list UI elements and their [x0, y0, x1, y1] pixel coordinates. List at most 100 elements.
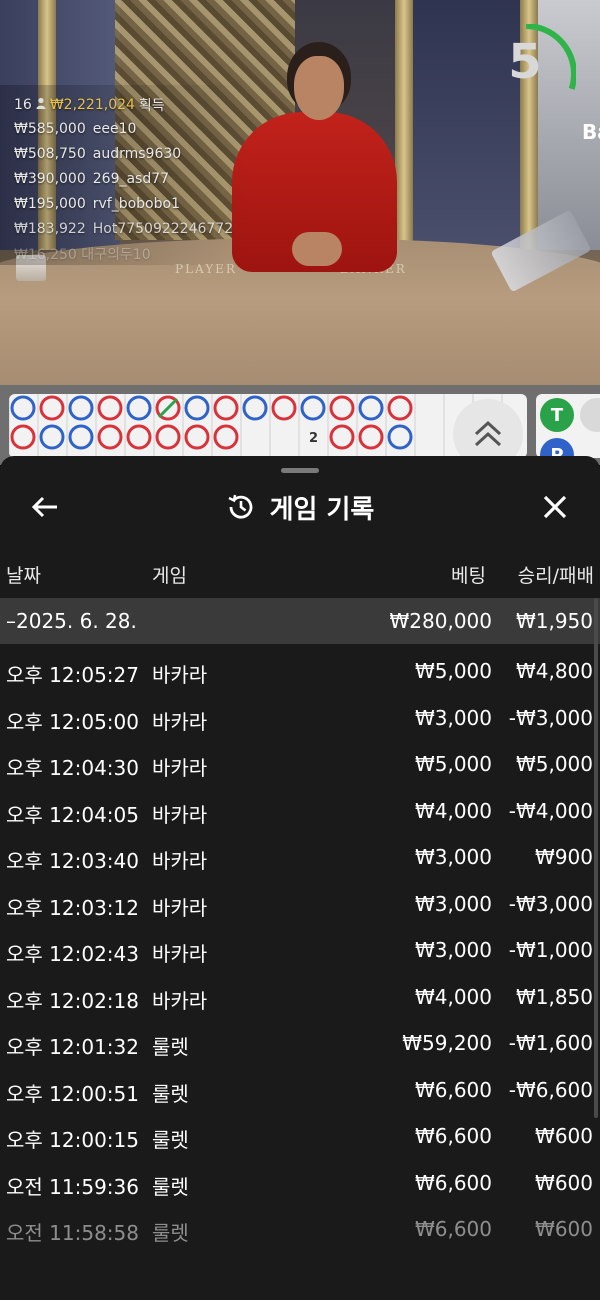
row-bet: ₩3,000: [414, 891, 492, 916]
row-result: ₩600: [535, 1217, 593, 1241]
summary-result: ₩1,950: [515, 609, 593, 633]
side-label-cut: Ba: [582, 120, 600, 144]
row-bet: ₩6,600: [414, 1170, 492, 1195]
winner-name: 269_asd77: [92, 170, 170, 187]
row-result: -₩1,000: [508, 938, 593, 962]
banker-bead: [387, 395, 413, 421]
banker-bead: [97, 424, 123, 450]
history-row[interactable]: 오후 12:03:40 바카라 ₩3,000 ₩900: [0, 834, 600, 881]
winner-name: Hot7750922246772: [92, 220, 234, 237]
row-bet: ₩5,000: [414, 659, 492, 683]
game-history-sheet: 게임 기록 날짜 게임 베팅 승리/패배 –2025. 6. 28. ₩280,…: [0, 456, 600, 1300]
column-header-game[interactable]: 게임: [152, 561, 187, 588]
row-bet: ₩4,000: [414, 984, 492, 1009]
row-time: 오후 12:02:18: [6, 988, 139, 1013]
winner-amount: ₩195,000: [14, 195, 86, 212]
history-row[interactable]: 오후 12:00:51 룰렛 ₩6,600 -₩6,600: [0, 1067, 600, 1114]
history-row[interactable]: 오전 11:58:58 룰렛 ₩6,600 ₩600: [0, 1206, 600, 1253]
row-time: 오전 11:58:58: [6, 1221, 139, 1245]
tie-predictor[interactable]: T: [540, 398, 574, 432]
dealer-face: [294, 56, 344, 120]
bet-timer: 5: [475, 23, 577, 125]
history-row[interactable]: 오후 12:04:30 바카라 ₩5,000 ₩5,000: [0, 741, 600, 788]
close-button[interactable]: [538, 490, 572, 524]
history-row[interactable]: 오후 12:01:32 룰렛 ₩59,200 -₩1,600: [0, 1020, 600, 1067]
column-header-date[interactable]: 날짜: [6, 561, 41, 588]
player-bead: [242, 395, 268, 421]
row-bet: ₩3,000: [414, 938, 492, 962]
banker-bead: [97, 395, 123, 421]
column-header-result[interactable]: 승리/패배: [518, 561, 594, 588]
banker-bead: [126, 424, 152, 450]
bead-road-grid: 2: [9, 394, 503, 458]
sheet-drag-handle[interactable]: [281, 468, 319, 473]
history-row[interactable]: 오전 11:59:36 룰렛 ₩6,600 ₩600: [0, 1160, 600, 1207]
list-scrollbar[interactable]: [594, 598, 598, 1118]
player-bead: [126, 395, 152, 421]
chevron-double-up-icon: [474, 420, 502, 447]
predictor-partial: [580, 398, 600, 432]
winner-amount: ₩508,750: [14, 145, 86, 162]
banker-bead: [329, 424, 355, 450]
row-bet: ₩6,600: [414, 1077, 492, 1102]
row-result: ₩600: [535, 1170, 593, 1195]
row-time: 오후 12:05:27: [6, 663, 139, 687]
sheet-title-group: 게임 기록: [0, 490, 600, 525]
history-row[interactable]: 오후 12:04:05 바카라 ₩4,000 -₩4,000: [0, 788, 600, 835]
winner-row: ₩195,000 rvf_bobobo1: [14, 191, 233, 216]
tie-mark: [157, 397, 179, 419]
predictor-panel[interactable]: T P: [536, 394, 600, 472]
history-clock-icon: [228, 494, 253, 519]
row-result: ₩1,850: [515, 984, 593, 1009]
dealer-hands: [292, 232, 342, 266]
player-bead: [358, 395, 384, 421]
winner-name: eee10: [92, 120, 137, 137]
player-bead: [68, 424, 94, 450]
winner-amount: ₩183,922: [14, 220, 86, 237]
summary-date: –2025. 6. 28.: [6, 609, 137, 633]
column-header-bet[interactable]: 베팅: [451, 561, 486, 588]
row-game: 바카라: [152, 942, 208, 966]
winner-row: ₩508,750 audrms9630: [14, 141, 233, 166]
row-game: 바카라: [152, 802, 208, 827]
row-game: 룰렛: [152, 1174, 189, 1199]
row-time: 오후 12:02:43: [6, 942, 139, 966]
banker-bead: [39, 395, 65, 421]
winner-amount: ₩390,000: [14, 170, 86, 187]
player-bead: [68, 395, 94, 421]
row-result: -₩3,000: [508, 705, 593, 730]
row-game: 룰렛: [152, 1128, 189, 1152]
history-row[interactable]: 오후 12:02:43 바카라 ₩3,000 -₩1,000: [0, 927, 600, 974]
winner-name: rvf_bobobo1: [92, 195, 180, 212]
row-bet: ₩6,600: [414, 1217, 492, 1241]
sheet-header: 게임 기록: [0, 476, 600, 540]
history-row[interactable]: 오후 12:05:00 바카라 ₩3,000 -₩3,000: [0, 695, 600, 742]
row-bet: ₩5,000: [414, 752, 492, 776]
player-bead: [39, 424, 65, 450]
banker-bead: [184, 424, 210, 450]
sheet-title: 게임 기록: [269, 494, 375, 525]
winner-row: ₩585,000 eee10: [14, 116, 233, 141]
history-row[interactable]: 오후 12:02:18 바카라 ₩4,000 ₩1,850: [0, 974, 600, 1021]
row-bet: ₩4,000: [414, 798, 492, 823]
row-game: 룰렛: [152, 1035, 189, 1059]
history-row[interactable]: 오후 12:00:15 룰렛 ₩6,600 ₩600: [0, 1113, 600, 1160]
history-list: 오후 12:05:27 바카라 ₩5,000 ₩4,800 오후 12:05:00 바카…: [0, 648, 600, 1253]
close-icon: [543, 495, 567, 519]
bead-road[interactable]: 2: [9, 394, 527, 458]
row-result: ₩900: [535, 845, 593, 869]
summary-bet: ₩280,000: [389, 609, 492, 633]
row-result: -₩6,600: [508, 1077, 593, 1102]
winner-row: ₩390,000 269_asd77: [14, 166, 233, 191]
row-result: -₩1,600: [508, 1031, 593, 1055]
row-time: 오후 12:05:00: [6, 709, 139, 734]
row-bet: ₩3,000: [414, 705, 492, 730]
history-row[interactable]: 오후 12:03:12 바카라 ₩3,000 -₩3,000: [0, 881, 600, 928]
row-game: 룰렛: [152, 1081, 189, 1106]
winner-ghost: ₩16,250 대구의두10: [14, 246, 151, 263]
row-game: 룰렛: [152, 1221, 189, 1245]
tie-count-label: 2: [309, 431, 318, 446]
player-bead: [10, 395, 36, 421]
history-row[interactable]: 오후 12:05:27 바카라 ₩5,000 ₩4,800: [0, 648, 600, 695]
date-summary-row[interactable]: –2025. 6. 28. ₩280,000 ₩1,950: [0, 598, 600, 644]
